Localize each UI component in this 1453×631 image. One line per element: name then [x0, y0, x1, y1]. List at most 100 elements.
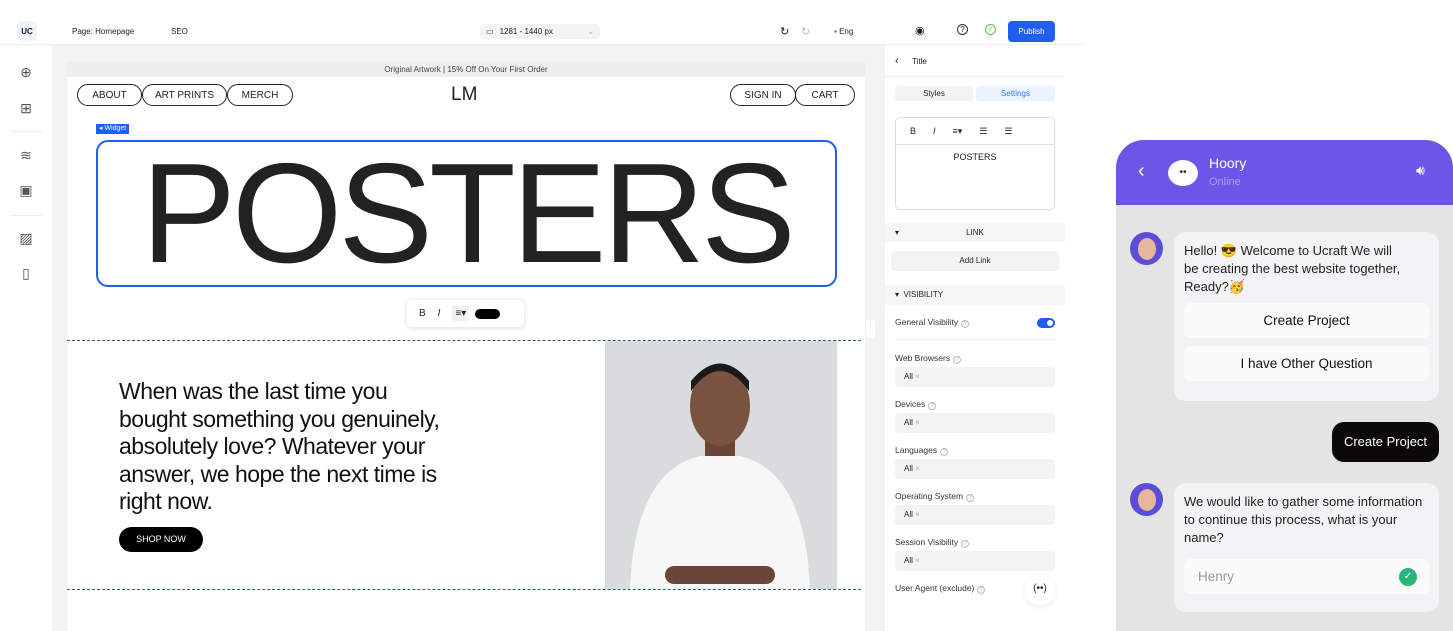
- page-selector[interactable]: Page: Homepage: [72, 27, 134, 36]
- remove-icon: ×: [915, 418, 920, 427]
- bot-status: Online: [1209, 176, 1241, 188]
- submit-check-icon[interactable]: ✓: [1399, 568, 1417, 586]
- site-logo[interactable]: LM: [451, 84, 477, 106]
- redo-icon[interactable]: ↻: [801, 25, 810, 38]
- italic-button[interactable]: I: [438, 308, 441, 319]
- left-sidebar: ⊕ ⊞ ≋ ▣ ▨ ▯: [0, 45, 52, 631]
- caret-down-icon: ▾: [895, 228, 900, 237]
- section-boundary: [67, 589, 861, 590]
- name-input[interactable]: Henry ✓: [1184, 559, 1429, 594]
- chat-launcher-button[interactable]: (••): [1025, 575, 1055, 605]
- text-color-swatch[interactable]: [475, 308, 501, 319]
- other-question-option[interactable]: I have Other Question: [1184, 346, 1429, 381]
- create-project-option[interactable]: Create Project: [1184, 303, 1429, 338]
- layers-icon[interactable]: ≋: [17, 146, 35, 164]
- bot-message: Hello! 😎 Welcome to Ucraft We will be cr…: [1174, 232, 1439, 401]
- caret-down-icon: ▾: [895, 290, 900, 299]
- name-input-value: Henry: [1198, 569, 1235, 584]
- bot-message: We would like to gather some information…: [1174, 483, 1439, 612]
- logo: UC: [17, 21, 37, 41]
- promo-bar: Original Artwork | 15% Off On Your First…: [67, 62, 865, 77]
- add-link-button[interactable]: Add Link: [891, 251, 1059, 271]
- site-page: Original Artwork | 15% Off On Your First…: [67, 62, 865, 631]
- back-icon[interactable]: ‹: [895, 55, 899, 67]
- shop-now-button[interactable]: SHOP NOW: [119, 527, 203, 552]
- help-icon: ?: [961, 320, 970, 328]
- bot-message-text: We would like to gather some information…: [1184, 494, 1423, 545]
- agent-avatar: [1130, 483, 1163, 516]
- panel-title: Title: [912, 57, 927, 66]
- text-editor[interactable]: B I ≡▾ ☰ ☰ POSTERS: [895, 117, 1055, 210]
- viewport-selector[interactable]: ▭ 1281 - 1440 px ⌄: [480, 24, 600, 39]
- nav-about[interactable]: ABOUT: [77, 84, 142, 106]
- page-settings-icon[interactable]: ▣: [17, 181, 35, 199]
- link-section-header[interactable]: ▾ LINK: [885, 223, 1065, 242]
- link-section-label: LINK: [966, 228, 984, 237]
- help-icon[interactable]: ?: [957, 24, 968, 35]
- operating-system-select[interactable]: All ×: [895, 505, 1055, 525]
- viewport-value: 1281 - 1440 px: [499, 27, 553, 36]
- sound-icon[interactable]: 🔊︎: [1416, 162, 1425, 179]
- nav-art-prints[interactable]: ART PRINTS: [142, 84, 227, 106]
- preview-eye-icon[interactable]: ◉: [915, 24, 925, 37]
- widgets-grid-icon[interactable]: ⊞: [17, 99, 35, 117]
- nav-cart[interactable]: CART: [795, 84, 855, 106]
- visibility-section-header[interactable]: ▾ VISIBILITY: [885, 285, 1065, 305]
- add-icon[interactable]: ⊕: [17, 63, 35, 81]
- top-bar: UC Page: Homepage SEO ▭ 1281 - 1440 px ⌄ ↻…: [0, 0, 1085, 45]
- languages-label: Languages?: [895, 445, 949, 456]
- seo-link[interactable]: SEO: [171, 27, 188, 36]
- posters-title[interactable]: POSTERS: [96, 140, 837, 287]
- tab-settings[interactable]: Settings: [976, 86, 1055, 101]
- monitor-icon: ▭: [486, 27, 494, 36]
- bot-avatar: ••: [1168, 160, 1198, 186]
- hero-text: When was the last time you bought someth…: [119, 378, 440, 514]
- user-agent-label: User Agent (exclude)?: [895, 583, 986, 594]
- hero-photo: [605, 341, 837, 589]
- session-visibility-select[interactable]: All ×: [895, 551, 1055, 571]
- devices-label: Devices?: [895, 399, 937, 410]
- chat-header: ‹ •• Hoory Online 🔊︎: [1116, 140, 1453, 205]
- ruler-icon[interactable]: ▯: [17, 264, 35, 282]
- divider: [10, 215, 42, 216]
- language-value: Eng: [839, 27, 854, 36]
- saved-check-icon: ✓: [985, 24, 996, 35]
- bot-name: Hoory: [1209, 155, 1247, 171]
- languages-select[interactable]: All ×: [895, 459, 1055, 479]
- chevron-down-icon: ⌄: [587, 27, 594, 36]
- remove-icon: ×: [915, 372, 920, 381]
- italic-icon[interactable]: I: [933, 126, 936, 136]
- web-browsers-select[interactable]: All ×: [895, 367, 1055, 387]
- back-icon[interactable]: ‹: [1138, 160, 1145, 183]
- user-message: Create Project: [1332, 422, 1439, 462]
- nav-sign-in[interactable]: SIGN IN: [730, 84, 796, 106]
- session-visibility-label: Session Visibility?: [895, 537, 970, 548]
- nav-merch[interactable]: MERCH: [227, 84, 293, 106]
- general-visibility-label: General Visibility?: [895, 317, 970, 328]
- tab-styles[interactable]: Styles: [895, 86, 973, 101]
- bullet-list-icon[interactable]: ☰: [979, 126, 987, 137]
- bold-icon[interactable]: B: [910, 126, 916, 136]
- media-image-icon[interactable]: ▨: [17, 229, 35, 247]
- undo-icon[interactable]: ↻: [780, 25, 789, 38]
- bot-message-text: Hello! 😎 Welcome to Ucraft We will be cr…: [1184, 243, 1401, 294]
- bold-button[interactable]: B: [419, 308, 426, 319]
- devices-select[interactable]: All ×: [895, 413, 1055, 433]
- remove-icon: ×: [915, 556, 920, 565]
- editor-toolbar: B I ≡▾ ☰ ☰: [896, 118, 1054, 145]
- publish-button[interactable]: Publish: [1008, 21, 1055, 42]
- resize-handle[interactable]: ⋮: [866, 320, 875, 338]
- editor-content[interactable]: POSTERS: [896, 152, 1054, 162]
- align-icon[interactable]: ≡▾: [953, 126, 963, 137]
- general-visibility-toggle[interactable]: [1037, 318, 1055, 328]
- format-toolbar: B I ≡▾: [407, 300, 524, 327]
- settings-panel: ‹ Title Styles Settings B I ≡▾ ☰ ☰ POSTERS ▾…: [885, 45, 1065, 631]
- remove-icon: ×: [915, 464, 920, 473]
- divider: [885, 76, 1065, 77]
- numbered-list-icon[interactable]: ☰: [1004, 126, 1012, 137]
- widget-tag-label: Widget: [104, 125, 127, 132]
- language-selector[interactable]: ▪ Eng: [834, 27, 853, 36]
- web-browsers-label: Web Browsers?: [895, 353, 962, 364]
- align-center-icon[interactable]: ≡▾: [452, 306, 470, 321]
- widget-tag[interactable]: ◂ Widget: [96, 124, 130, 134]
